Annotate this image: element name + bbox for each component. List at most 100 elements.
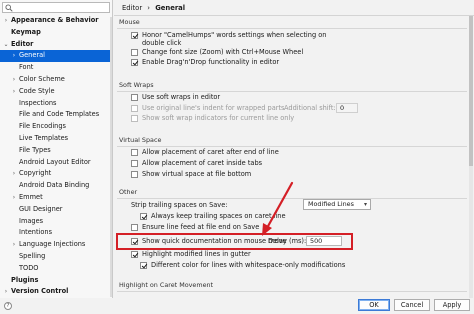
sidebar-item[interactable]: Plugins (0, 275, 112, 287)
use-soft-wraps-checkbox[interactable] (131, 93, 138, 101)
camelhumps-checkbox[interactable] (131, 31, 138, 39)
sidebar-item[interactable]: Intentions (0, 227, 112, 239)
chevron-down-icon: ▾ (363, 201, 367, 208)
sidebar-item[interactable]: Inspections (0, 98, 112, 110)
sidebar-item[interactable]: › Color Scheme (0, 74, 112, 86)
sidebar-item[interactable]: File Encodings (0, 121, 112, 133)
sidebar-item-label: Inspections (19, 98, 57, 107)
section-divider (117, 198, 467, 199)
sidebar-item-label: Spelling (19, 251, 46, 260)
sidebar-item-label: Version Control (11, 287, 69, 296)
sidebar-item[interactable]: Font (0, 62, 112, 74)
sidebar-item[interactable]: Images (0, 216, 112, 228)
sidebar-item[interactable]: Android Data Binding (0, 180, 112, 192)
sidebar-item[interactable]: › Appearance & Behavior (0, 15, 112, 27)
sidebar-item-label: TODO (19, 263, 39, 272)
chevron-right-icon[interactable]: › (3, 286, 9, 298)
sidebar-item[interactable]: GUI Designer (0, 204, 112, 216)
apply-button[interactable]: Apply (434, 299, 470, 311)
drag-drop-label: Enable Drag'n'Drop functionality in edit… (142, 58, 280, 66)
virtual-space-bottom-label: Show virtual space at file bottom (142, 170, 252, 178)
soft-wrap-indicators-checkbox[interactable] (131, 114, 138, 122)
sidebar-item[interactable]: › Emmet (0, 192, 112, 204)
sidebar-item-label: Code Style (19, 86, 55, 95)
settings-tree: › Appearance & Behavior Keymap ⌄ Editor › Gene… (0, 15, 112, 298)
highlight-annotation-box (116, 233, 353, 250)
section-divider (117, 291, 467, 292)
section-divider (117, 28, 467, 29)
sidebar-item[interactable]: › Copyright (0, 168, 112, 180)
help-icon[interactable]: ? (4, 302, 12, 310)
virtual-space-bottom-checkbox[interactable] (131, 170, 138, 178)
chevron-right-icon[interactable]: › (11, 50, 17, 62)
sidebar-item-label: Android Layout Editor (19, 157, 91, 166)
sidebar-item-label: Keymap (11, 27, 41, 36)
sidebar-item[interactable]: File and Code Templates (0, 109, 112, 121)
chevron-right-icon[interactable]: › (11, 74, 17, 86)
sidebar-scrollbar[interactable] (110, 17, 112, 297)
chevron-right-icon[interactable]: › (11, 192, 17, 204)
sidebar-item[interactable]: File Types (0, 145, 112, 157)
cancel-button[interactable]: Cancel (394, 299, 430, 311)
sidebar-item-label: Android Data Binding (19, 181, 90, 190)
original-indent-label: Use original line's indent for wrapped p… (142, 104, 285, 112)
sidebar-item[interactable]: Live Templates (0, 133, 112, 145)
settings-content: Mouse Honor "CamelHumps" words settings … (114, 16, 469, 298)
chevron-right-icon[interactable]: › (3, 15, 9, 27)
breadcrumb-current: General (155, 4, 186, 12)
use-soft-wraps-label: Use soft wraps in editor (142, 93, 221, 101)
always-keep-checkbox[interactable] (140, 212, 147, 220)
original-indent-checkbox[interactable] (131, 104, 138, 112)
sidebar-item-label: Live Templates (19, 133, 69, 142)
sidebar-item[interactable]: › General (0, 50, 112, 63)
chevron-right-icon[interactable]: › (11, 168, 17, 180)
search-input[interactable] (2, 2, 110, 13)
chevron-right-icon[interactable]: › (11, 86, 17, 98)
sidebar-item[interactable]: › Code Style (0, 86, 112, 98)
drag-drop-checkbox[interactable] (131, 58, 138, 66)
sidebar-item[interactable]: › Language Injections (0, 239, 112, 251)
sidebar-item[interactable]: Android Layout Editor (0, 157, 112, 169)
breadcrumb-root: Editor (122, 4, 143, 12)
sidebar-item-label: Color Scheme (19, 74, 65, 83)
section-soft-wraps: Soft Wraps (119, 81, 154, 89)
sidebar-item-label: Emmet (19, 192, 43, 201)
ensure-line-feed-checkbox[interactable] (131, 223, 138, 231)
sidebar-item-label: File Encodings (19, 122, 66, 131)
strip-trailing-label: Strip trailing spaces on Save: (131, 201, 228, 209)
ok-button[interactable]: OK (358, 299, 390, 311)
section-highlight-caret: Highlight on Caret Movement (119, 281, 214, 289)
highlight-modified-label: Highlight modified lines in gutter (142, 250, 251, 258)
sidebar-item-label: Images (19, 216, 44, 225)
sidebar-item-label: Font (19, 63, 34, 72)
sidebar-item-label: Language Injections (19, 240, 86, 249)
caret-inside-tabs-checkbox[interactable] (131, 159, 138, 167)
sidebar-item-label: GUI Designer (19, 204, 63, 213)
section-other: Other (119, 188, 138, 196)
different-color-checkbox[interactable] (140, 261, 147, 269)
chevron-down-icon[interactable]: ⌄ (3, 39, 9, 51)
caret-after-end-checkbox[interactable] (131, 148, 138, 156)
sidebar-item[interactable]: › Version Control (0, 286, 112, 298)
sidebar-item[interactable]: ⌄ Editor (0, 39, 112, 51)
zoom-font-checkbox[interactable] (131, 48, 138, 56)
sidebar-item[interactable]: TODO (0, 263, 112, 275)
sidebar-item-label: General (19, 51, 45, 60)
dialog-button-bar: OK Cancel Apply (0, 298, 474, 314)
breadcrumb: Editor › General (122, 3, 185, 13)
highlight-modified-checkbox[interactable] (131, 250, 138, 258)
sidebar-item-label: Appearance & Behavior (11, 16, 99, 24)
sidebar-item-label: File and Code Templates (19, 110, 100, 119)
ensure-line-feed-label: Ensure line feed at file end on Save (142, 223, 260, 231)
content-scrollbar[interactable] (469, 16, 473, 298)
always-keep-label: Always keep trailing spaces on caret lin… (151, 212, 286, 220)
scrollbar-thumb[interactable] (469, 16, 473, 166)
strip-trailing-dropdown[interactable]: Modified Lines ▾ (303, 199, 371, 210)
sidebar-item[interactable]: Keymap (0, 27, 112, 39)
sidebar-item[interactable]: Spelling (0, 251, 112, 263)
additional-shift-label: Additional shift: (284, 104, 336, 112)
additional-shift-input[interactable]: 0 (336, 103, 358, 113)
chevron-right-icon[interactable]: › (11, 239, 17, 251)
zoom-font-label: Change font size (Zoom) with Ctrl+Mouse … (142, 48, 304, 56)
sidebar-item-label: Plugins (11, 275, 39, 284)
